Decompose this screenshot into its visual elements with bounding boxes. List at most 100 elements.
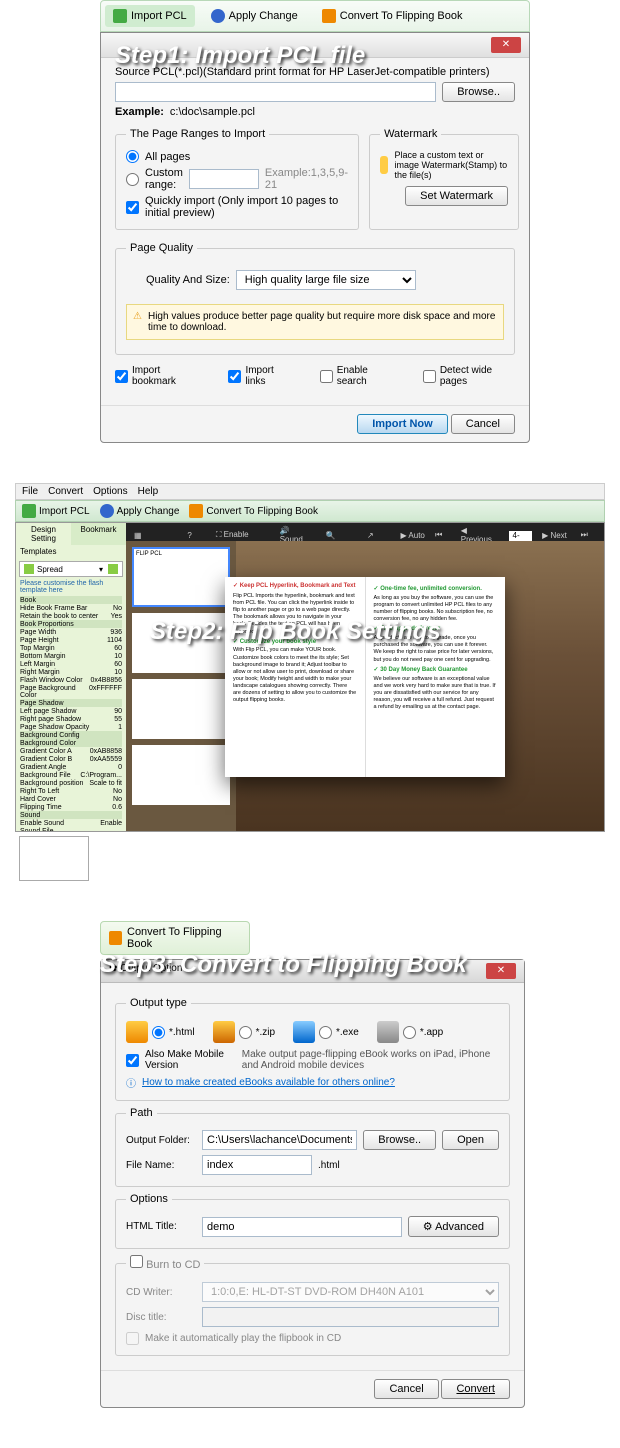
convert-toolbar-button[interactable]: Convert To Flipping Book: [100, 921, 250, 955]
quality-warning: ⚠ High values produce better page qualit…: [126, 304, 504, 340]
thumbnail-panel: FLIP PCL: [126, 541, 236, 831]
menu-file[interactable]: File: [22, 486, 38, 497]
preview-area: ▦ Thumbnails ? Help ⛶ Enable FullScreen …: [126, 523, 604, 831]
import-links-label: Import links: [245, 365, 291, 387]
import-bookmark-label: Import bookmark: [132, 365, 200, 387]
burn-legend: Burn to CD: [146, 1259, 200, 1271]
advanced-button[interactable]: ⚙ Advanced: [408, 1216, 499, 1237]
custom-range-label: Custom range:: [145, 167, 183, 191]
watermark-fieldset: Watermark Place a custom text or image W…: [369, 128, 519, 230]
set-watermark-button[interactable]: Set Watermark: [405, 186, 508, 206]
autoplay-check: [126, 1332, 139, 1345]
folder-label: Output Folder:: [126, 1135, 196, 1146]
convert-icon: [322, 9, 336, 23]
burn-fieldset: Burn to CD CD Writer: 1:0:0,E: HL-DT-ST …: [115, 1255, 510, 1356]
detect-wide-check[interactable]: [423, 370, 436, 383]
exe-radio[interactable]: [319, 1026, 332, 1039]
open-folder-button[interactable]: Open: [442, 1130, 499, 1150]
how-link[interactable]: How to make created eBooks available for…: [142, 1077, 395, 1088]
ranges-legend: The Page Ranges to Import: [126, 128, 269, 140]
menu-help[interactable]: Help: [138, 486, 159, 497]
menu-convert[interactable]: Convert: [48, 486, 83, 497]
app-label: *.app: [420, 1027, 443, 1038]
refresh-icon: [100, 504, 114, 518]
cd-writer-select: 1:0:0,E: HL-DT-ST DVD-ROM DH40N A101: [202, 1282, 499, 1302]
flipbook-preview[interactable]: ✓ Keep PCL Hyperlink, Bookmark and Text …: [225, 577, 505, 777]
example-label: Example:: [115, 106, 164, 118]
output-convert-button[interactable]: Convert: [441, 1379, 510, 1399]
import-icon: [113, 9, 127, 23]
template-opt-icon: [108, 564, 118, 574]
cancel-button[interactable]: Cancel: [451, 414, 515, 434]
quality-label: Quality And Size:: [146, 274, 230, 286]
mobile-check[interactable]: [126, 1054, 139, 1067]
quickly-import-check[interactable]: [126, 201, 139, 214]
range-example: Example:1,3,5,9-21: [265, 167, 348, 191]
path-legend: Path: [126, 1107, 157, 1119]
all-pages-radio[interactable]: [126, 150, 139, 163]
html-title-input[interactable]: [202, 1217, 402, 1237]
tb2-convert[interactable]: Convert To Flipping Book: [189, 504, 318, 518]
html-radio[interactable]: [152, 1026, 165, 1039]
convert-button[interactable]: Convert To Flipping Book: [314, 5, 471, 27]
app-icon: [377, 1021, 399, 1043]
step3-label: Step3: Convert to Flipping Book: [100, 951, 467, 979]
custom-range-input[interactable]: [189, 169, 259, 189]
output-cancel-button[interactable]: Cancel: [374, 1379, 438, 1399]
info-icon: ⓘ: [126, 1075, 136, 1090]
detect-wide-label: Detect wide pages: [440, 365, 515, 387]
burn-check[interactable]: [130, 1255, 143, 1268]
custom-range-radio[interactable]: [126, 173, 139, 186]
close-icon[interactable]: ✕: [491, 37, 521, 53]
html-icon: [126, 1021, 148, 1043]
source-input[interactable]: [115, 82, 436, 102]
menubar: File Convert Options Help: [15, 483, 605, 500]
import-links-check[interactable]: [228, 370, 241, 383]
options-fieldset: Options HTML Title: ⚙ Advanced: [115, 1193, 510, 1249]
enable-search-label: Enable search: [337, 365, 395, 387]
disc-title-input: [202, 1307, 499, 1327]
zip-radio[interactable]: [239, 1026, 252, 1039]
template-note: Please customise the flash template here: [16, 580, 126, 594]
thumb-4[interactable]: [132, 745, 230, 805]
menu-options[interactable]: Options: [93, 486, 127, 497]
settings-tree[interactable]: BookHide Book Frame BarNoRetain the book…: [16, 594, 126, 831]
tb2-apply[interactable]: Apply Change: [100, 504, 180, 518]
tb2-import[interactable]: Import PCL: [22, 504, 90, 518]
thumb-3[interactable]: [132, 679, 230, 739]
mobile-text: Make output page-flipping eBook works on…: [242, 1049, 499, 1071]
watermark-legend: Watermark: [380, 128, 441, 140]
step1-label: Step1: Import PCL file: [115, 42, 365, 70]
browse-button[interactable]: Browse..: [442, 82, 515, 102]
html-title-label: HTML Title:: [126, 1221, 196, 1232]
zip-icon: [213, 1021, 235, 1043]
html-label: *.html: [169, 1027, 195, 1038]
template-select[interactable]: Spread▾: [19, 561, 123, 577]
output-folder-input[interactable]: [202, 1130, 357, 1150]
convert-icon: [109, 931, 122, 945]
step2-label: Step2: Flip Book Settings: [150, 618, 441, 646]
disc-title-label: Disc title:: [126, 1312, 196, 1323]
path-fieldset: Path Output Folder: Browse.. Open File N…: [115, 1107, 510, 1187]
quality-select[interactable]: High quality large file size: [236, 270, 416, 290]
filename-input[interactable]: [202, 1155, 312, 1175]
close-icon[interactable]: ✕: [486, 963, 516, 979]
output-type-fieldset: Output type *.html *.zip *.exe *.app Als…: [115, 997, 510, 1101]
exe-icon: [293, 1021, 315, 1043]
main-toolbar: Import PCL Apply Change Convert To Flipp…: [100, 0, 530, 32]
import-bookmark-check[interactable]: [115, 370, 128, 383]
browse-folder-button[interactable]: Browse..: [363, 1130, 436, 1150]
tab-design[interactable]: Design Setting: [16, 523, 71, 545]
apply-change-button[interactable]: Apply Change: [203, 5, 306, 27]
output-dialog: ✿ Output Option ✕ Output type *.html *.z…: [100, 959, 525, 1408]
import-pcl-button[interactable]: Import PCL: [105, 5, 195, 27]
thumb-1[interactable]: FLIP PCL: [132, 547, 230, 607]
import-now-button[interactable]: Import Now: [357, 414, 448, 434]
tab-bookmark[interactable]: Bookmark: [71, 523, 126, 545]
autoplay-label: Make it automatically play the flipbook …: [145, 1333, 341, 1344]
app-radio[interactable]: [403, 1026, 416, 1039]
exe-label: *.exe: [336, 1027, 359, 1038]
file-ext: .html: [318, 1160, 340, 1171]
enable-search-check[interactable]: [320, 370, 333, 383]
cd-writer-label: CD Writer:: [126, 1287, 196, 1298]
